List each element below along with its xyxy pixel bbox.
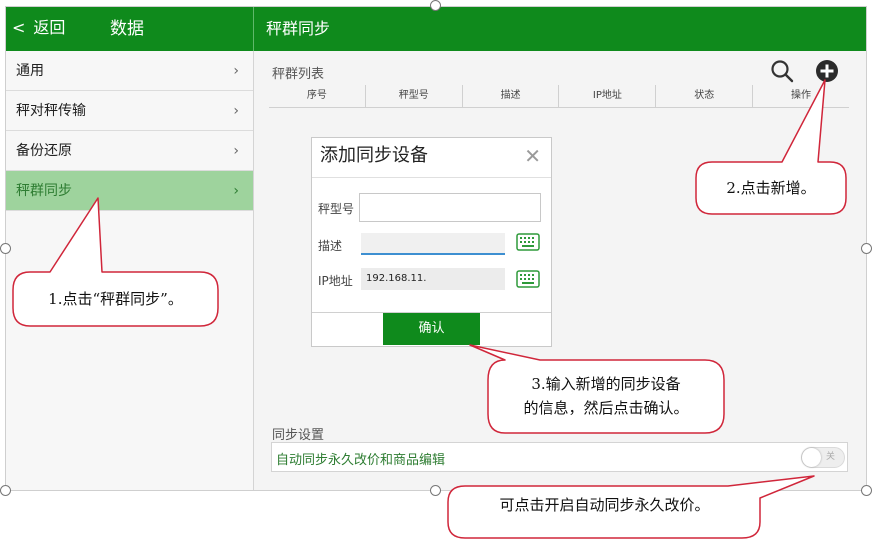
auto-sync-row: 自动同步永久改价和商品编辑 关 xyxy=(271,442,848,472)
auto-sync-label: 自动同步永久改价和商品编辑 xyxy=(276,453,446,468)
dialog-divider xyxy=(312,177,551,178)
dialog-title: 添加同步设备 xyxy=(320,145,428,166)
chevron-right-icon: › xyxy=(233,183,239,199)
app-header: < 返回 数据 秤群同步 xyxy=(6,7,866,51)
keyboard-icon[interactable] xyxy=(516,270,540,288)
callout-step-3-line2: 的信息，然后点击确认。 xyxy=(523,399,689,417)
left-panel-title: 数据 xyxy=(110,19,144,39)
scale-list-title: 秤群列表 xyxy=(272,67,325,82)
sidebar-item-label: 秤对秤传输 xyxy=(16,103,86,119)
add-icon[interactable] xyxy=(815,59,839,83)
column-header: 秤型号 xyxy=(364,85,462,107)
confirm-button[interactable]: 确认 xyxy=(383,313,480,345)
sync-settings-title: 同步设置 xyxy=(272,428,325,443)
auto-sync-toggle[interactable]: 关 xyxy=(801,447,845,468)
resize-handle-bottom-left[interactable] xyxy=(0,485,11,496)
sidebar-item-label: 备份还原 xyxy=(16,143,72,159)
callout-step-1: 1.点击“秤群同步”。 xyxy=(48,290,183,308)
sidebar-item-label: 通用 xyxy=(16,63,44,79)
page-title: 秤群同步 xyxy=(266,19,331,38)
resize-handle-bottom-right[interactable] xyxy=(861,485,872,496)
resize-handle-right[interactable] xyxy=(861,243,872,254)
chevron-right-icon: › xyxy=(233,143,239,159)
resize-handle-left[interactable] xyxy=(0,243,11,254)
sidebar-item-label: 秤群同步 xyxy=(16,183,72,199)
column-header: IP地址 xyxy=(558,85,655,107)
sidebar-item-backup-restore[interactable]: 备份还原 › xyxy=(6,131,253,171)
sidebar-item-scale-group-sync[interactable]: 秤群同步 › xyxy=(6,171,253,211)
close-icon[interactable]: ✕ xyxy=(524,146,541,166)
callout-step-2: 2.点击新增。 xyxy=(726,179,816,197)
chevron-right-icon: › xyxy=(233,103,239,119)
chevron-right-icon: › xyxy=(233,63,239,79)
back-label: 返回 xyxy=(33,18,66,37)
column-header: 状态 xyxy=(655,85,752,107)
sidebar-item-general[interactable]: 通用 › xyxy=(6,51,253,91)
callout-step-3-line1: 3.输入新增的同步设备 xyxy=(531,375,681,393)
column-header: 描述 xyxy=(461,85,559,107)
chevron-left-icon: < xyxy=(12,18,26,37)
model-label: 秤型号 xyxy=(318,202,355,216)
ip-label: IP地址 xyxy=(318,274,353,288)
description-label: 描述 xyxy=(318,239,343,253)
resize-handle-bottom[interactable] xyxy=(430,485,441,496)
resize-handle-top[interactable] xyxy=(430,0,441,11)
search-icon[interactable] xyxy=(770,59,794,83)
table-header: 序号 秤型号 描述 IP地址 状态 操作 xyxy=(269,85,849,108)
header-divider xyxy=(253,7,254,51)
model-input[interactable] xyxy=(359,193,541,222)
callout-auto-sync: 可点击开启自动同步永久改价。 xyxy=(499,496,710,514)
toggle-knob xyxy=(802,448,821,467)
sidebar: 通用 › 秤对秤传输 › 备份还原 › 秤群同步 › xyxy=(6,51,254,490)
toggle-state-label: 关 xyxy=(826,452,836,462)
column-header: 操作 xyxy=(752,85,849,107)
add-sync-device-dialog: 添加同步设备 ✕ 秤型号 描述 IP地址 192.168.11. 确认 xyxy=(311,137,552,347)
description-input[interactable] xyxy=(361,233,505,255)
column-header: 序号 xyxy=(306,90,327,101)
back-button[interactable]: < 返回 xyxy=(12,18,65,38)
keyboard-icon[interactable] xyxy=(516,233,540,251)
ip-input[interactable]: 192.168.11. xyxy=(361,268,505,290)
sidebar-item-scale-transfer[interactable]: 秤对秤传输 › xyxy=(6,91,253,131)
